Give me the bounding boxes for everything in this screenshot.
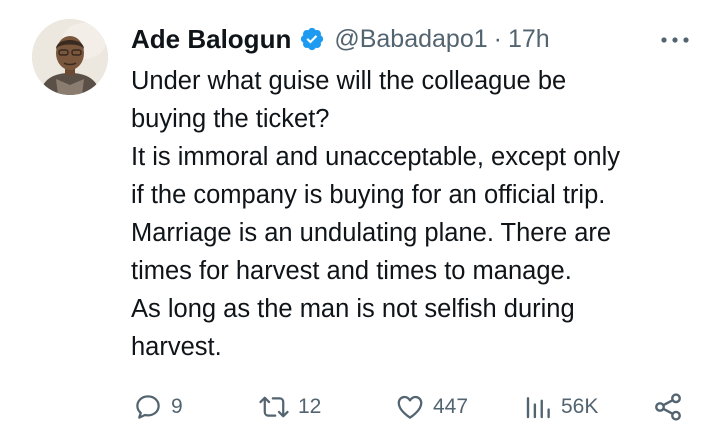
tweet-text: Under what guise will the colleague be b… bbox=[131, 62, 706, 366]
heart-icon bbox=[395, 392, 425, 422]
repost-icon bbox=[258, 392, 290, 422]
repost-button[interactable]: 12 bbox=[258, 385, 321, 429]
author-handle[interactable]: @Babadapo1 bbox=[334, 25, 487, 54]
action-bar: 9 12 447 56K bbox=[0, 385, 720, 429]
tweet-card[interactable]: Ade Balogun @Babadapo1 · 17h Under what … bbox=[0, 0, 720, 435]
tweet-text-line: As long as the man is not selfish during bbox=[131, 295, 575, 323]
verified-badge-icon bbox=[299, 26, 325, 52]
views-button[interactable]: 56K bbox=[523, 385, 598, 429]
more-options-icon[interactable] bbox=[650, 25, 690, 55]
timestamp[interactable]: 17h bbox=[508, 25, 550, 54]
share-icon bbox=[652, 391, 684, 423]
tweet-text-line: times for harvest and times to manage. bbox=[131, 257, 572, 285]
separator-dot: · bbox=[493, 24, 502, 53]
views-chart-icon bbox=[523, 392, 553, 422]
reply-icon bbox=[133, 392, 163, 422]
tweet-text-line: harvest. bbox=[131, 333, 222, 361]
reply-button[interactable]: 9 bbox=[133, 385, 183, 429]
author-name[interactable]: Ade Balogun bbox=[131, 24, 291, 55]
tweet-header: Ade Balogun @Babadapo1 · 17h bbox=[131, 20, 690, 58]
views-count: 56K bbox=[561, 395, 599, 418]
like-count: 447 bbox=[433, 395, 469, 418]
share-button[interactable] bbox=[652, 385, 684, 429]
like-button[interactable]: 447 bbox=[395, 385, 468, 429]
tweet-text-line: Marriage is an undulating plane. There a… bbox=[131, 219, 612, 247]
reply-count: 9 bbox=[171, 395, 183, 418]
tweet-text-line: It is immoral and unacceptable, except o… bbox=[131, 143, 621, 171]
tweet-text-line: buying the ticket? bbox=[131, 105, 330, 133]
avatar[interactable] bbox=[32, 19, 108, 95]
repost-count: 12 bbox=[298, 395, 322, 418]
tweet-text-line: Under what guise will the colleague be bbox=[131, 67, 567, 95]
tweet-text-line: if the company is buying for an official… bbox=[131, 181, 606, 209]
